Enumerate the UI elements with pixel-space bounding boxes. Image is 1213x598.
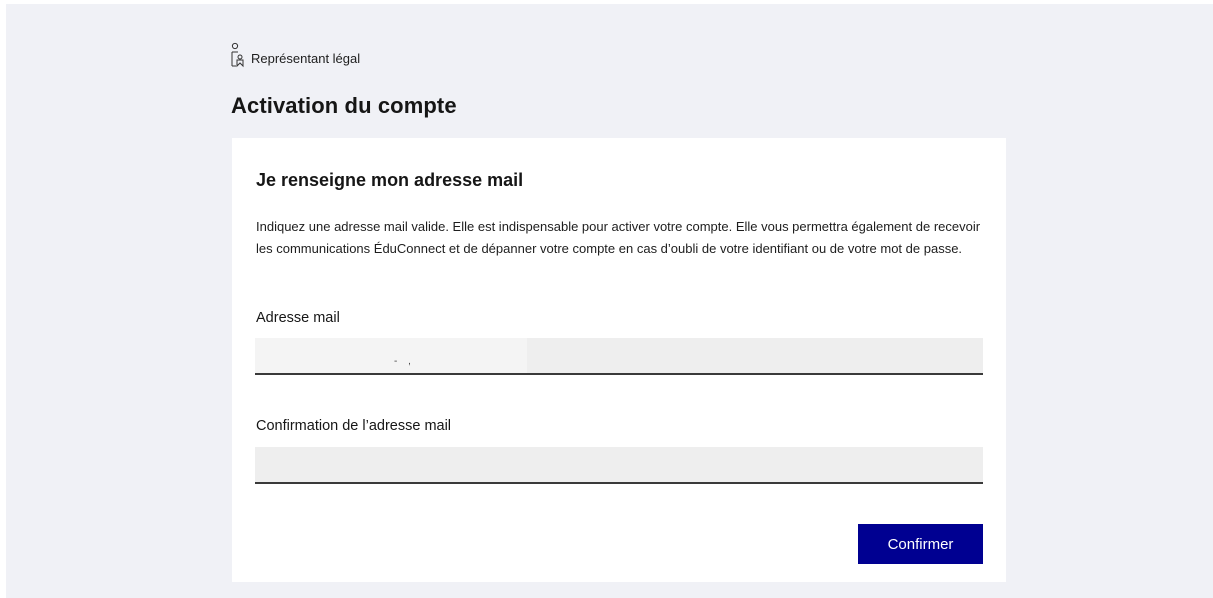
confirm-email-input[interactable] — [255, 447, 983, 484]
confirm-button[interactable]: Confirmer — [858, 524, 983, 564]
email-input[interactable] — [255, 338, 983, 375]
page-title: Activation du compte — [231, 93, 457, 118]
role-indicator: Représentant légal — [230, 40, 360, 76]
card-title: Je renseigne mon adresse mail — [256, 170, 524, 190]
card-description: Indiquez une adresse mail valide. Elle e… — [256, 219, 981, 256]
email-card: Je renseigne mon adresse mail Indiquez u… — [232, 138, 1006, 582]
role-label: Représentant légal — [251, 50, 361, 66]
page-background: Représentant légal Activation du compte … — [6, 4, 1213, 598]
person-pin-icon — [231, 42, 244, 68]
email-label: Adresse mail — [256, 310, 340, 326]
confirm-email-label: Confirmation de l’adresse mail — [256, 418, 452, 434]
